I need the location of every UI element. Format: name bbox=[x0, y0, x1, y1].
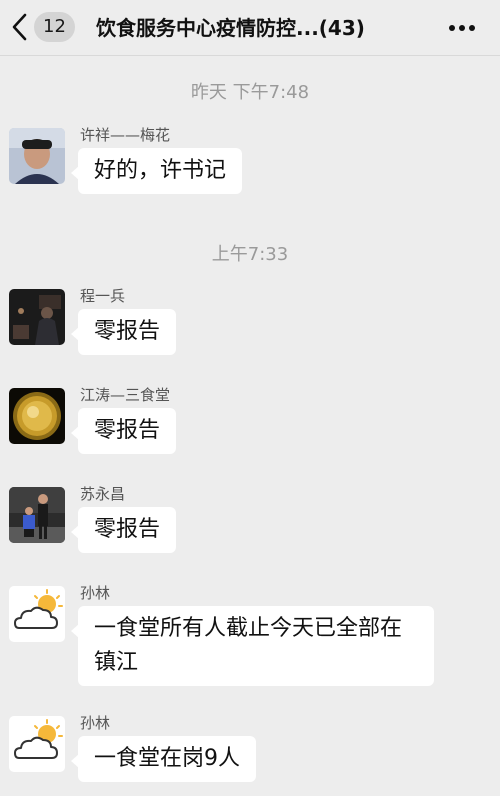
avatar[interactable] bbox=[9, 487, 65, 543]
message-bubble[interactable]: 一食堂在岗9人 bbox=[71, 736, 256, 782]
person-avatar-icon bbox=[9, 128, 65, 184]
sun-cloud-avatar-icon bbox=[9, 586, 65, 642]
avatar[interactable] bbox=[9, 716, 65, 772]
timestamp: 昨天 下午7:48 bbox=[190, 82, 310, 103]
more-options-icon[interactable] bbox=[444, 14, 480, 42]
sender-name: 江涛—三食堂 bbox=[80, 386, 171, 404]
sun-cloud-avatar-icon bbox=[9, 716, 65, 772]
people-photo-avatar-icon bbox=[9, 487, 65, 543]
avatar[interactable] bbox=[9, 289, 65, 345]
sender-name: 许祥——梅花 bbox=[80, 126, 171, 144]
message-bubble[interactable]: 一食堂所有人截止今天已全部在镇江 bbox=[71, 606, 434, 686]
chevron-left-icon bbox=[12, 13, 27, 41]
sender-name: 程一兵 bbox=[80, 287, 126, 305]
sender-name: 孙林 bbox=[80, 714, 111, 732]
message-bubble[interactable]: 好的，许书记 bbox=[70, 148, 243, 194]
timestamp: 上午7:33 bbox=[211, 244, 289, 265]
sender-name: 苏永昌 bbox=[80, 485, 126, 503]
dark-photo-avatar-icon bbox=[9, 289, 65, 345]
chat-title: 饮食服务中心疫情防控...(43) bbox=[96, 16, 365, 40]
message-bubble[interactable]: 零报告 bbox=[70, 507, 177, 553]
gold-plate-avatar-icon bbox=[9, 388, 65, 444]
unread-count-badge: 12 bbox=[34, 12, 75, 42]
avatar[interactable] bbox=[9, 128, 65, 184]
chat-header: 12 饮食服务中心疫情防控...(43) bbox=[0, 0, 500, 56]
back-button[interactable]: 12 bbox=[6, 8, 82, 46]
message-bubble[interactable]: 零报告 bbox=[70, 408, 177, 454]
avatar[interactable] bbox=[9, 586, 65, 642]
avatar[interactable] bbox=[9, 388, 65, 444]
sender-name: 孙林 bbox=[80, 584, 111, 602]
message-bubble[interactable]: 零报告 bbox=[70, 309, 177, 355]
